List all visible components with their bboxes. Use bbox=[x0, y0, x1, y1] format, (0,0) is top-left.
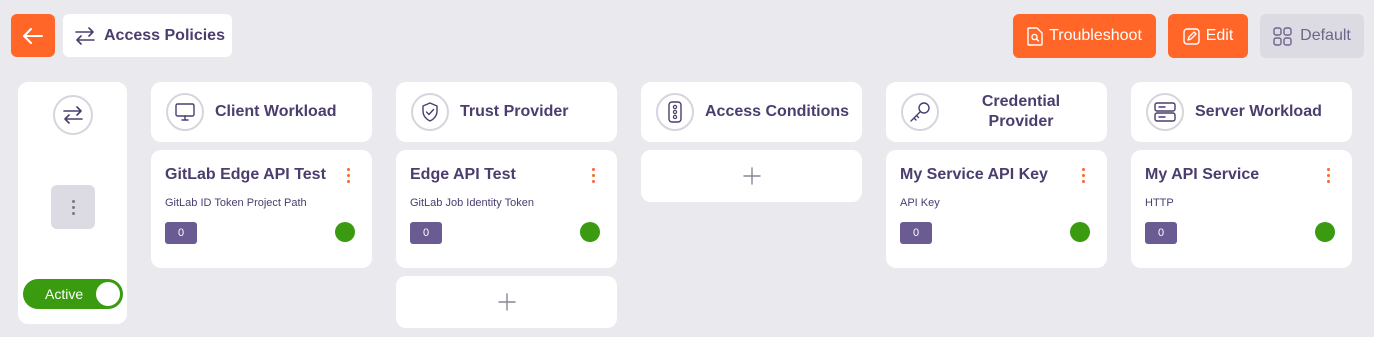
edit-button[interactable]: Edit bbox=[1168, 14, 1248, 58]
column-label: Access Conditions bbox=[705, 103, 850, 120]
column-label: Credential Provider bbox=[981, 93, 1061, 130]
shield-icon-circle bbox=[411, 93, 449, 131]
count-badge: 0 bbox=[1145, 222, 1177, 244]
card-title: My Service API Key bbox=[900, 166, 1048, 183]
card-subtitle: GitLab Job Identity Token bbox=[410, 197, 534, 209]
column-header-client-workload: Client Workload bbox=[151, 82, 372, 142]
card-title: GitLab Edge API Test bbox=[165, 166, 326, 183]
active-toggle[interactable]: Active bbox=[23, 279, 123, 309]
policy-type-badge bbox=[53, 95, 93, 135]
count-badge: 0 bbox=[410, 222, 442, 244]
server-icon bbox=[1154, 102, 1176, 122]
back-button[interactable] bbox=[11, 14, 55, 57]
kebab-dot bbox=[71, 205, 75, 209]
troubleshoot-button[interactable]: Troubleshoot bbox=[1013, 14, 1156, 58]
count-badge: 0 bbox=[900, 222, 932, 244]
status-indicator bbox=[335, 222, 355, 242]
count-badge: 0 bbox=[165, 222, 197, 244]
column-label: Server Workload bbox=[1195, 103, 1322, 120]
kebab-dot bbox=[71, 199, 75, 203]
key-icon-circle bbox=[901, 93, 939, 131]
column-label: Client Workload bbox=[215, 103, 337, 120]
column-header-server-workload: Server Workload bbox=[1131, 82, 1352, 142]
card-menu-button[interactable] bbox=[344, 168, 352, 186]
page-title-box: Access Policies bbox=[63, 14, 232, 57]
kebab-dot bbox=[71, 211, 75, 215]
grid-icon bbox=[1273, 26, 1292, 46]
toggle-knob bbox=[96, 282, 120, 306]
active-toggle-label: Active bbox=[45, 286, 84, 302]
status-indicator bbox=[1315, 222, 1335, 242]
card-menu-button[interactable] bbox=[1324, 168, 1332, 186]
card-title: Edge API Test bbox=[410, 166, 516, 183]
trust-provider-card[interactable]: Edge API Test GitLab Job Identity Token … bbox=[396, 150, 617, 268]
arrow-left-icon bbox=[23, 27, 43, 44]
monitor-icon-circle bbox=[166, 93, 204, 131]
monitor-icon bbox=[175, 103, 195, 121]
card-menu-button[interactable] bbox=[589, 168, 597, 186]
column-label: Trust Provider bbox=[460, 103, 569, 120]
server-icon-circle bbox=[1146, 93, 1184, 131]
policy-menu-button[interactable] bbox=[51, 185, 95, 229]
traffic-light-icon-circle bbox=[656, 93, 694, 131]
traffic-light-icon bbox=[668, 101, 682, 123]
pencil-icon bbox=[1183, 27, 1200, 45]
plus-icon bbox=[497, 293, 516, 311]
page-title: Access Policies bbox=[104, 26, 225, 44]
card-subtitle: API Key bbox=[900, 197, 940, 209]
card-menu-button[interactable] bbox=[1079, 168, 1087, 186]
client-workload-card[interactable]: GitLab Edge API Test GitLab ID Token Pro… bbox=[151, 150, 372, 268]
view-default-label: Default bbox=[1300, 27, 1351, 44]
swap-arrows-icon bbox=[75, 26, 95, 45]
swap-arrows-icon bbox=[63, 106, 83, 124]
policy-control-panel: Active bbox=[18, 82, 127, 324]
add-access-condition-button[interactable] bbox=[641, 150, 862, 202]
troubleshoot-label: Troubleshoot bbox=[1049, 27, 1142, 44]
card-subtitle: HTTP bbox=[1145, 197, 1174, 209]
key-icon bbox=[910, 102, 930, 122]
column-header-credential-provider: Credential Provider bbox=[886, 82, 1107, 142]
document-search-icon bbox=[1027, 26, 1043, 46]
card-subtitle: GitLab ID Token Project Path bbox=[165, 197, 307, 209]
column-header-trust-provider: Trust Provider bbox=[396, 82, 617, 142]
plus-icon bbox=[742, 167, 761, 185]
server-workload-card[interactable]: My API Service HTTP 0 bbox=[1131, 150, 1352, 268]
shield-check-icon bbox=[422, 102, 438, 122]
column-header-access-conditions: Access Conditions bbox=[641, 82, 862, 142]
credential-provider-card[interactable]: My Service API Key API Key 0 bbox=[886, 150, 1107, 268]
edit-label: Edit bbox=[1205, 27, 1234, 44]
status-indicator bbox=[1070, 222, 1090, 242]
add-trust-provider-button[interactable] bbox=[396, 276, 617, 328]
card-title: My API Service bbox=[1145, 166, 1260, 183]
view-default-button[interactable]: Default bbox=[1260, 14, 1364, 58]
status-indicator bbox=[580, 222, 600, 242]
